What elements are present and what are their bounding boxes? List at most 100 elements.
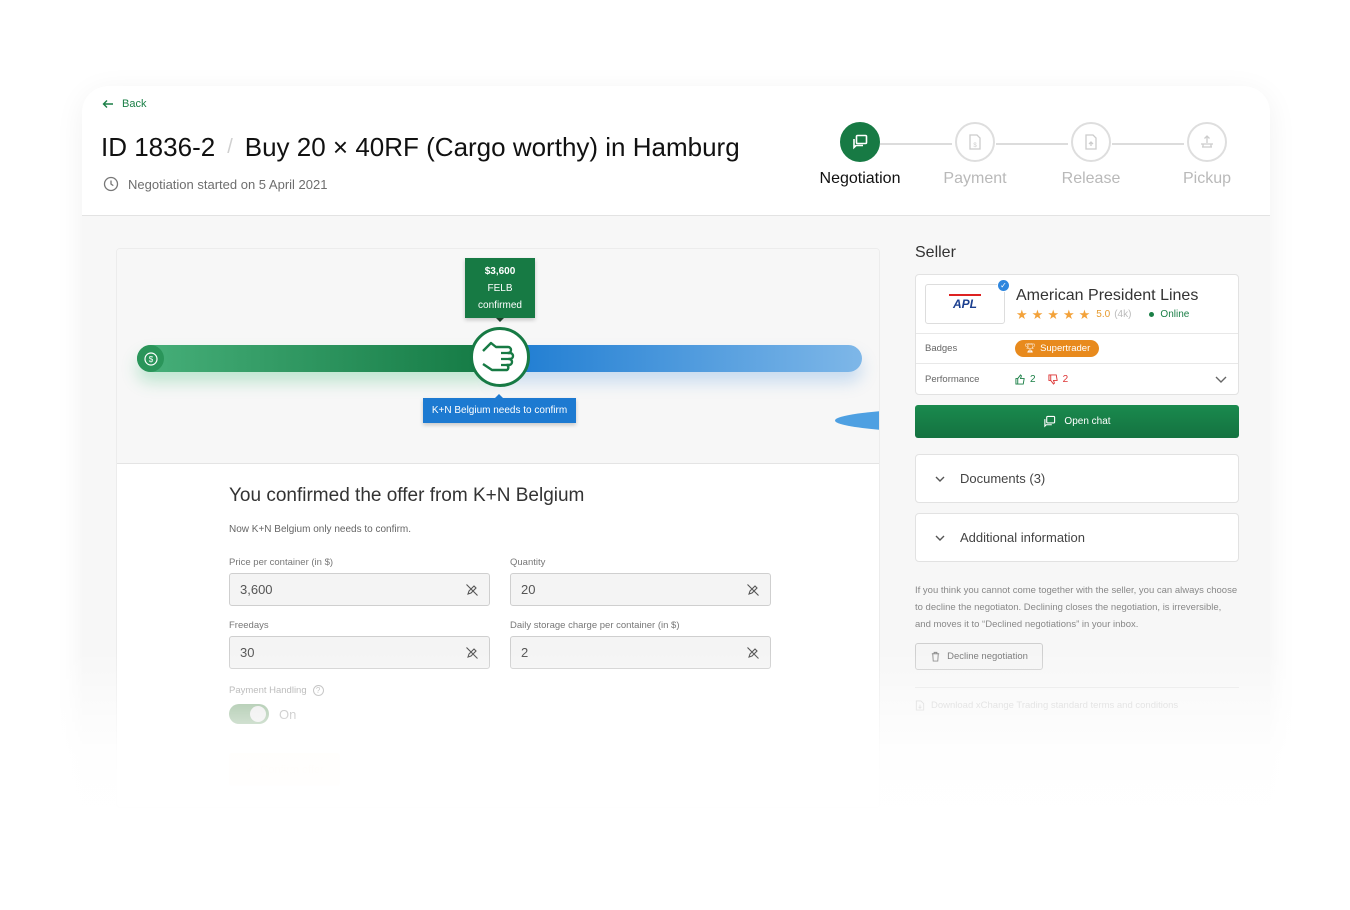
thumbs-down-count: 2 xyxy=(1048,373,1068,385)
step-release[interactable]: Release xyxy=(1036,122,1146,188)
payment-handling-label: Payment Handling ? xyxy=(229,685,774,696)
check-icon: ✓ xyxy=(245,764,255,776)
form-note: Now K+N Belgium only needs to confirm. xyxy=(229,524,412,535)
payment-handling-toggle[interactable] xyxy=(229,704,269,724)
freedays-field: Freedays 30 xyxy=(229,620,490,669)
step-payment[interactable]: $ Payment xyxy=(920,122,1030,188)
price-label: Price per container (in $) xyxy=(229,557,334,568)
toggle-knob xyxy=(250,706,266,722)
pencil-off-icon xyxy=(747,583,759,596)
pencil-off-icon xyxy=(466,646,478,659)
thumbs-down-icon xyxy=(1048,373,1058,385)
step-label: Pickup xyxy=(1182,170,1232,187)
quantity-input[interactable]: 20 xyxy=(510,573,771,606)
rating-value: 5.0 xyxy=(1096,309,1111,320)
chat-icon xyxy=(853,134,868,150)
divider xyxy=(915,687,1239,688)
step-pickup[interactable]: Pickup xyxy=(1152,122,1262,188)
seller-logo: APL ✓ xyxy=(925,279,1010,324)
page-header: Back ID 1836-2 / Buy 20 × 40RF (Cargo wo… xyxy=(82,86,1270,216)
app-window: Back ID 1836-2 / Buy 20 × 40RF (Cargo wo… xyxy=(82,86,1270,846)
confirm-offer-label: Confirm offer xyxy=(260,763,324,776)
back-link[interactable]: Back xyxy=(102,98,146,110)
pickup-icon xyxy=(1201,135,1213,148)
badges-row: Badges 🏆︎ Supertrader xyxy=(916,334,1238,364)
thumbs-up-count: 2 xyxy=(1015,374,1036,385)
offer-card: $ $ $3,600 FELB confirmed K+N Belgium ne… xyxy=(116,248,880,808)
tooltip-status: confirmed xyxy=(478,300,522,311)
price-input[interactable]: 3,600 xyxy=(229,573,490,606)
step-negotiation[interactable]: Negotiation xyxy=(805,122,915,188)
help-icon[interactable]: ? xyxy=(312,685,324,696)
chevron-down-icon[interactable] xyxy=(1214,372,1228,386)
negotiation-bar: $ $ $3,600 FELB confirmed K+N Belgium ne… xyxy=(117,249,879,464)
tooltip-price: $3,600 xyxy=(484,266,516,277)
clock-icon xyxy=(103,176,119,192)
decline-explanation: If you think you cannot come together wi… xyxy=(915,585,1238,630)
status-dot xyxy=(1149,312,1155,317)
star-icon: ★ xyxy=(1016,307,1028,322)
offer-form: You confirmed the offer from K+N Belgium… xyxy=(229,485,774,786)
star-icon: ★ xyxy=(1047,307,1059,322)
seller-rating: ★ ★ ★ ★ ★ 5.0 (4k) Online xyxy=(1016,308,1198,321)
storage-charge-value: 2 xyxy=(521,645,529,660)
step-label: Release xyxy=(1061,170,1121,187)
counterparty-tooltip: K+N Belgium needs to confirm xyxy=(423,394,576,423)
svg-text:$: $ xyxy=(973,143,977,149)
confirm-offer-button[interactable]: ✓ Confirm offer xyxy=(229,753,340,786)
badges-label: Badges xyxy=(925,343,958,354)
document-upload-icon xyxy=(1085,134,1097,150)
agreement-marker xyxy=(470,327,530,387)
additional-info-accordion[interactable]: Additional information xyxy=(915,513,1239,562)
quantity-field: Quantity 20 xyxy=(510,557,771,606)
seller-section-title: Seller xyxy=(915,244,956,261)
negotiation-start-date: Negotiation started on 5 April 2021 xyxy=(103,176,327,192)
online-status: Online xyxy=(1149,309,1189,320)
form-heading: You confirmed the offer from K+N Belgium xyxy=(229,485,585,506)
decline-negotiation-button[interactable]: Decline negotiation xyxy=(915,643,1043,670)
storage-charge-input[interactable]: 2 xyxy=(510,636,771,669)
download-terms-link[interactable]: Download xChange Trading standard terms … xyxy=(915,700,1239,711)
documents-label: Documents (3) xyxy=(960,471,1046,486)
download-terms-label: Download xChange Trading standard terms … xyxy=(931,700,1179,711)
pencil-off-icon xyxy=(747,646,759,659)
progress-stepper: Negotiation $ Payment Release Pickup xyxy=(802,122,1242,192)
step-label: Payment xyxy=(943,170,1007,187)
tooltip-party: FELB xyxy=(487,283,513,294)
storage-charge-label: Daily storage charge per container (in $… xyxy=(510,620,680,631)
seller-bar xyxy=(492,345,862,372)
thumbs-up-icon xyxy=(1015,373,1025,385)
rating-count: (4k) xyxy=(1114,309,1132,320)
star-icon: ★ xyxy=(1031,307,1044,322)
additional-info-label: Additional information xyxy=(960,530,1086,545)
trash-icon xyxy=(931,651,940,662)
performance-row[interactable]: Performance 2 2 xyxy=(916,364,1238,394)
toggle-state-label: On xyxy=(279,706,297,722)
freedays-label: Freedays xyxy=(229,620,269,631)
buyer-bar xyxy=(137,345,492,372)
back-label: Back xyxy=(122,98,147,110)
star-icon: ★ xyxy=(1078,307,1091,322)
status-text: Online xyxy=(1160,309,1190,320)
seller-logo-text: APL xyxy=(949,294,981,311)
storage-charge-field: Daily storage charge per container (in $… xyxy=(510,620,771,669)
chat-icon xyxy=(1044,415,1056,428)
trophy-icon: 🏆︎ xyxy=(1024,343,1037,354)
seller-panel: Seller APL ✓ American President Lines ★ … xyxy=(915,244,1239,711)
buyer-offer-icon: $ xyxy=(137,345,164,372)
performance-label: Performance xyxy=(925,373,980,385)
documents-accordion[interactable]: Documents (3) xyxy=(915,454,1239,503)
pencil-off-icon xyxy=(466,583,478,596)
freedays-input[interactable]: 30 xyxy=(229,636,490,669)
price-value: 3,600 xyxy=(240,582,273,597)
start-date-text: Negotiation started on 5 April 2021 xyxy=(128,176,328,192)
payment-handling-text: Payment Handling xyxy=(229,685,307,696)
arrow-left-icon xyxy=(102,100,113,108)
document-download-icon xyxy=(915,700,925,711)
open-chat-button[interactable]: Open chat xyxy=(915,405,1239,438)
badge-label: Supertrader xyxy=(1040,343,1091,354)
title-separator: / xyxy=(227,136,233,158)
seller-card: APL ✓ American President Lines ★ ★ ★ ★ ★… xyxy=(915,274,1239,395)
open-chat-label: Open chat xyxy=(1064,416,1111,427)
negotiation-id: ID 1836-2 xyxy=(101,132,216,162)
